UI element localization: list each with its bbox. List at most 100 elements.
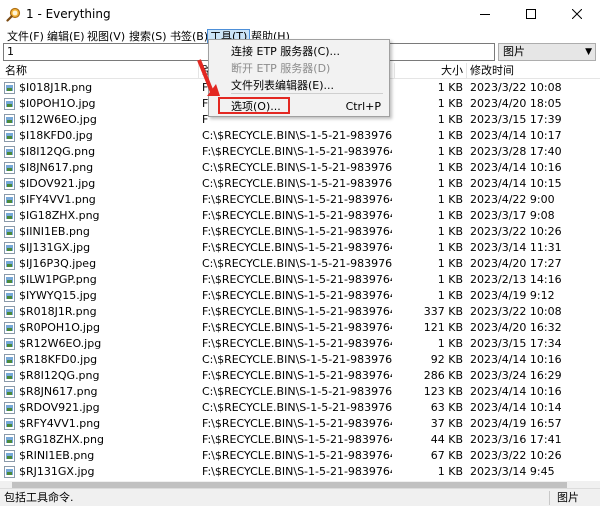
table-row[interactable]: $I8I12QG.png F:\$RECYCLE.BIN\S-1-5-21-983… bbox=[0, 144, 600, 160]
file-name: $I0POH1O.jpg bbox=[19, 97, 96, 110]
filter-dropdown[interactable]: 图片 ▼ bbox=[498, 43, 596, 61]
status-filter: 图片 bbox=[557, 491, 579, 504]
table-row[interactable]: $IG18ZHX.png F:\$RECYCLE.BIN\S-1-5-21-983… bbox=[0, 208, 600, 224]
file-modified: 2023/3/22 10:08 bbox=[470, 81, 562, 94]
file-name: $R8I12QG.png bbox=[19, 369, 100, 382]
status-text: 包括工具命令. bbox=[4, 491, 74, 504]
file-modified: 2023/4/22 9:00 bbox=[470, 193, 555, 206]
file-size: 63 KB bbox=[430, 401, 463, 414]
file-name: $R0POH1O.jpg bbox=[19, 321, 100, 334]
file-name: $IYWYQ15.jpg bbox=[19, 289, 97, 302]
file-modified: 2023/4/14 10:14 bbox=[470, 401, 562, 414]
table-row[interactable]: $R18KFD0.jpg C:\$RECYCLE.BIN\S-1-5-21-983… bbox=[0, 352, 600, 368]
menu-item-connect-etp[interactable]: 连接 ETP 服务器(C)... bbox=[209, 43, 389, 60]
file-path: C:\$RECYCLE.BIN\S-1-5-21-983976487-1... bbox=[202, 129, 392, 142]
file-modified: 2023/4/19 9:12 bbox=[470, 289, 555, 302]
table-row[interactable]: $RJ131GX.jpg F:\$RECYCLE.BIN\S-1-5-21-983… bbox=[0, 464, 600, 480]
table-row[interactable]: $RG18ZHX.png F:\$RECYCLE.BIN\S-1-5-21-983… bbox=[0, 432, 600, 448]
table-row[interactable]: $IFY4VV1.png F:\$RECYCLE.BIN\S-1-5-21-983… bbox=[0, 192, 600, 208]
window-title: 1 - Everything bbox=[26, 7, 111, 21]
file-path: C:\$RECYCLE.BIN\S-1-5-21-983976487-1... bbox=[202, 161, 392, 174]
column-modified[interactable]: 修改时间 bbox=[470, 64, 514, 78]
file-name: $I8I12QG.png bbox=[19, 145, 96, 158]
file-modified: 2023/3/17 9:08 bbox=[470, 209, 555, 222]
file-name: $IG18ZHX.png bbox=[19, 209, 100, 222]
file-size: 1 KB bbox=[437, 97, 463, 110]
status-bar: 包括工具命令. 图片 bbox=[0, 488, 600, 506]
file-path: F:\$RECYCLE.BIN\S-1-5-21-983976487-10... bbox=[202, 241, 392, 254]
table-row[interactable]: $I8JN617.png C:\$RECYCLE.BIN\S-1-5-21-983… bbox=[0, 160, 600, 176]
menu-item-label: 文件列表编辑器(E)... bbox=[231, 79, 335, 92]
image-file-icon bbox=[4, 418, 15, 430]
table-row[interactable]: $R0POH1O.jpg F:\$RECYCLE.BIN\S-1-5-21-983… bbox=[0, 320, 600, 336]
image-file-icon bbox=[4, 82, 15, 94]
file-size: 1 KB bbox=[437, 177, 463, 190]
file-name: $IFY4VV1.png bbox=[19, 193, 96, 206]
file-size: 1 KB bbox=[437, 145, 463, 158]
table-row[interactable]: $I18KFD0.jpg C:\$RECYCLE.BIN\S-1-5-21-983… bbox=[0, 128, 600, 144]
file-name: $I18KFD0.jpg bbox=[19, 129, 93, 142]
file-size: 44 KB bbox=[430, 433, 463, 446]
table-row[interactable]: $IJ16P3Q.jpeg C:\$RECYCLE.BIN\S-1-5-21-98… bbox=[0, 256, 600, 272]
image-file-icon bbox=[4, 98, 15, 110]
table-row[interactable]: $IJ131GX.jpg F:\$RECYCLE.BIN\S-1-5-21-983… bbox=[0, 240, 600, 256]
table-row[interactable]: $RDOV921.jpg C:\$RECYCLE.BIN\S-1-5-21-983… bbox=[0, 400, 600, 416]
table-row[interactable]: $R8I12QG.png F:\$RECYCLE.BIN\S-1-5-21-983… bbox=[0, 368, 600, 384]
file-path: F:\$RECYCLE.BIN\S-1-5-21-983976487-10... bbox=[202, 225, 392, 238]
file-size: 1 KB bbox=[437, 257, 463, 270]
image-file-icon bbox=[4, 114, 15, 126]
file-modified: 2023/4/20 17:27 bbox=[470, 257, 562, 270]
maximize-button[interactable] bbox=[508, 0, 554, 28]
file-list: $I018J1R.png F 1 KB 2023/3/22 10:08 $I0POH1O… bbox=[0, 80, 600, 480]
column-name[interactable]: 名称 bbox=[5, 64, 27, 78]
column-size[interactable]: 大小 bbox=[441, 64, 463, 78]
image-file-icon bbox=[4, 242, 15, 254]
file-name: $IJ16P3Q.jpeg bbox=[19, 257, 97, 270]
menu-item-label: 断开 ETP 服务器(D) bbox=[231, 62, 331, 75]
file-path: F:\$RECYCLE.BIN\S-1-5-21-983976487-10... bbox=[202, 465, 392, 478]
file-path: C:\$RECYCLE.BIN\S-1-5-21-983976487-1... bbox=[202, 401, 392, 414]
file-modified: 2023/2/13 14:16 bbox=[470, 273, 562, 286]
file-size: 286 KB bbox=[423, 369, 463, 382]
title-bar: 1 - Everything bbox=[0, 0, 600, 28]
table-row[interactable]: $IYWYQ15.jpg F:\$RECYCLE.BIN\S-1-5-21-983… bbox=[0, 288, 600, 304]
minimize-button[interactable] bbox=[462, 0, 508, 28]
file-name: $R18KFD0.jpg bbox=[19, 353, 98, 366]
file-path: C:\$RECYCLE.BIN\S-1-5-21-983976487-1... bbox=[202, 177, 392, 190]
column-divider[interactable] bbox=[198, 63, 199, 79]
file-path: F:\$RECYCLE.BIN\S-1-5-21-983976487-10... bbox=[202, 449, 392, 462]
image-file-icon bbox=[4, 226, 15, 238]
file-modified: 2023/4/14 10:16 bbox=[470, 385, 562, 398]
column-divider[interactable] bbox=[394, 63, 395, 79]
file-name: $R018J1R.png bbox=[19, 305, 97, 318]
file-name: $RINI1EB.png bbox=[19, 449, 95, 462]
table-row[interactable]: $RINI1EB.png F:\$RECYCLE.BIN\S-1-5-21-983… bbox=[0, 448, 600, 464]
image-file-icon bbox=[4, 162, 15, 174]
file-modified: 2023/4/14 10:15 bbox=[470, 177, 562, 190]
image-file-icon bbox=[4, 370, 15, 382]
file-size: 1 KB bbox=[437, 273, 463, 286]
image-file-icon bbox=[4, 354, 15, 366]
file-modified: 2023/4/20 16:32 bbox=[470, 321, 562, 334]
table-row[interactable]: $IDOV921.jpg C:\$RECYCLE.BIN\S-1-5-21-983… bbox=[0, 176, 600, 192]
table-row[interactable]: $ILW1PGP.png F:\$RECYCLE.BIN\S-1-5-21-983… bbox=[0, 272, 600, 288]
menu-item-file-list-editor[interactable]: 文件列表编辑器(E)... bbox=[209, 77, 389, 94]
image-file-icon bbox=[4, 274, 15, 286]
file-size: 123 KB bbox=[423, 385, 463, 398]
image-file-icon bbox=[4, 466, 15, 478]
table-row[interactable]: $R12W6EO.jpg F:\$RECYCLE.BIN\S-1-5-21-983… bbox=[0, 336, 600, 352]
close-button[interactable] bbox=[554, 0, 600, 28]
image-file-icon bbox=[4, 434, 15, 446]
image-file-icon bbox=[4, 130, 15, 142]
file-size: 1 KB bbox=[437, 129, 463, 142]
file-size: 1 KB bbox=[437, 225, 463, 238]
table-row[interactable]: $R8JN617.png C:\$RECYCLE.BIN\S-1-5-21-983… bbox=[0, 384, 600, 400]
image-file-icon bbox=[4, 322, 15, 334]
file-name: $I018J1R.png bbox=[19, 81, 93, 94]
column-divider[interactable] bbox=[466, 63, 467, 79]
file-modified: 2023/4/19 16:57 bbox=[470, 417, 562, 430]
table-row[interactable]: $RFY4VV1.png F:\$RECYCLE.BIN\S-1-5-21-983… bbox=[0, 416, 600, 432]
table-row[interactable]: $R018J1R.png F:\$RECYCLE.BIN\S-1-5-21-983… bbox=[0, 304, 600, 320]
magnifier-icon bbox=[6, 7, 21, 22]
table-row[interactable]: $IINI1EB.png F:\$RECYCLE.BIN\S-1-5-21-983… bbox=[0, 224, 600, 240]
